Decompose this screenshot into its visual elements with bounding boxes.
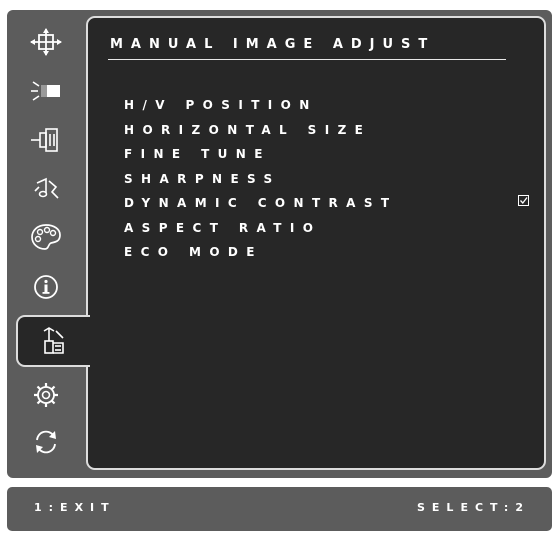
setup-gear-icon[interactable] bbox=[11, 375, 81, 415]
menu-item-aspect-ratio[interactable]: ASPECT RATIO bbox=[124, 216, 398, 241]
brightness-icon[interactable] bbox=[11, 71, 81, 111]
footer-bar: 1:EXIT SELECT:2 bbox=[7, 487, 552, 531]
menu-item-dynamic-contrast[interactable]: DYNAMIC CONTRAST bbox=[124, 191, 398, 216]
menu-item-horizontal-size[interactable]: HORIZONTAL SIZE bbox=[124, 118, 398, 143]
menu-title: MANUAL IMAGE ADJUST bbox=[110, 37, 436, 52]
input-select-icon[interactable] bbox=[11, 22, 81, 62]
info-icon[interactable] bbox=[11, 267, 81, 307]
menu-panel: MANUAL IMAGE ADJUST H/V POSITION HORIZON… bbox=[86, 16, 546, 470]
memory-recall-icon[interactable] bbox=[11, 422, 81, 462]
menu-list: H/V POSITION HORIZONTAL SIZE FINE TUNE S… bbox=[124, 93, 398, 265]
menu-item-eco-mode[interactable]: ECO MODE bbox=[124, 240, 398, 265]
connector-icon[interactable] bbox=[11, 120, 81, 160]
menu-item-sharpness[interactable]: SHARPNESS bbox=[124, 167, 398, 192]
select-hint[interactable]: SELECT:2 bbox=[417, 501, 530, 514]
exit-hint[interactable]: 1:EXIT bbox=[34, 501, 116, 514]
color-palette-icon[interactable] bbox=[11, 217, 81, 257]
osd-menu-frame: MANUAL IMAGE ADJUST H/V POSITION HORIZON… bbox=[7, 10, 552, 478]
manual-adjust-icon[interactable] bbox=[16, 315, 90, 367]
dynamic-contrast-checkbox[interactable] bbox=[518, 195, 529, 206]
menu-item-fine-tune[interactable]: FINE TUNE bbox=[124, 142, 398, 167]
title-divider bbox=[108, 59, 506, 60]
audio-icon[interactable] bbox=[11, 168, 81, 208]
menu-item-hv-position[interactable]: H/V POSITION bbox=[124, 93, 398, 118]
